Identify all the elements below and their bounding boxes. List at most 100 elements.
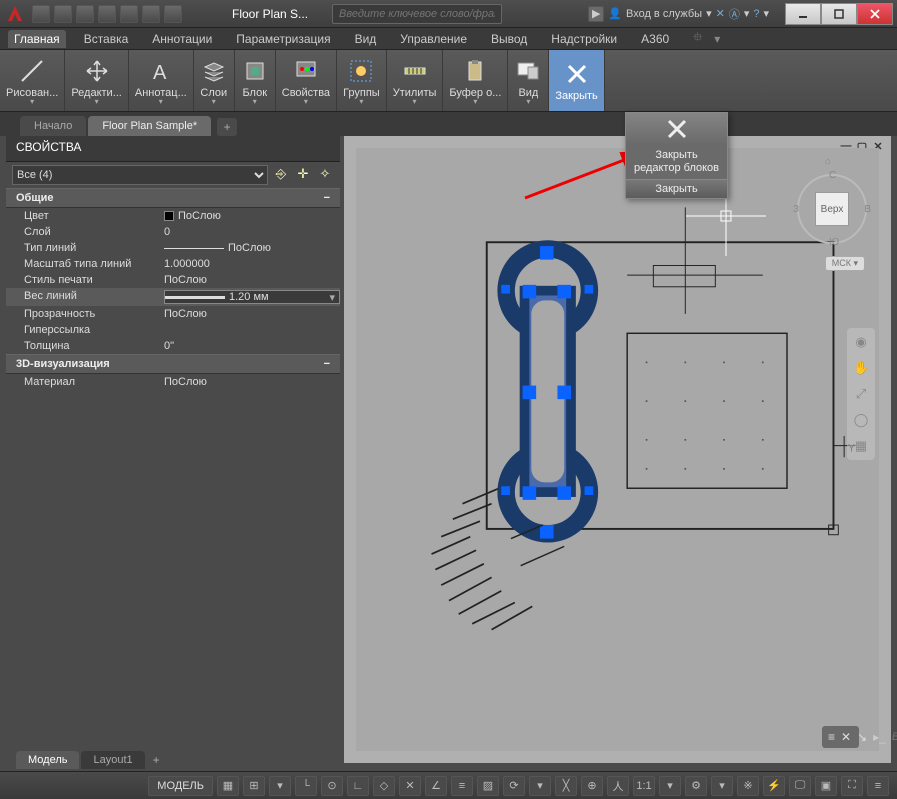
ribbon-expand-icon[interactable]: ⯐ bbox=[693, 28, 702, 49]
wcs-badge[interactable]: МСК ▾ bbox=[825, 256, 865, 271]
qat-redo-icon[interactable] bbox=[164, 5, 182, 23]
grid-toggle-icon[interactable]: ▦ bbox=[217, 776, 239, 796]
hardwareaccel-icon[interactable]: ⚡ bbox=[763, 776, 785, 796]
help-chevron-icon[interactable]: ▾ bbox=[763, 7, 769, 20]
collapse-icon[interactable]: − bbox=[324, 192, 330, 204]
quick-select-icon[interactable]: ✧ bbox=[316, 166, 334, 184]
ortho-icon[interactable]: └ bbox=[295, 776, 317, 796]
ribbon-view[interactable]: Вид▾ bbox=[508, 50, 549, 111]
ribbon-clipboard[interactable]: Буфер о...▾ bbox=[443, 50, 508, 111]
home-icon[interactable]: ⌂ bbox=[825, 156, 831, 167]
login-dropdown-icon[interactable]: ▾ bbox=[706, 7, 712, 20]
infocenter-play-icon[interactable]: ▶ bbox=[588, 6, 604, 22]
qat-save-icon[interactable] bbox=[76, 5, 94, 23]
recent-commands-icon[interactable]: ≡ bbox=[828, 730, 835, 744]
isodraft-icon[interactable]: ∟ bbox=[347, 776, 369, 796]
showmotion-icon[interactable]: ▦ bbox=[853, 438, 869, 454]
ribbon-block[interactable]: Блок▾ bbox=[235, 50, 276, 111]
exchange-icon[interactable]: ✕ bbox=[716, 7, 725, 20]
tab-a360[interactable]: A360 bbox=[635, 30, 675, 48]
select-objects-icon[interactable]: ✛ bbox=[294, 166, 312, 184]
cleanscreen-icon[interactable]: ⛶ bbox=[841, 776, 863, 796]
orbit-icon[interactable]: ◯ bbox=[853, 412, 869, 428]
ribbon-annotation[interactable]: AАннотац...▾ bbox=[129, 50, 194, 111]
close-editor-button[interactable]: Закрыть bbox=[626, 179, 727, 198]
a360-icon[interactable]: Ⓐ bbox=[729, 6, 740, 22]
annovisibility-icon[interactable]: ※ bbox=[737, 776, 759, 796]
help-dropdown-icon[interactable]: ▾ bbox=[744, 7, 750, 20]
cycling-icon[interactable]: ⟳ bbox=[503, 776, 525, 796]
prop-ltscale[interactable]: Масштаб типа линий1.000000 bbox=[6, 256, 340, 272]
ribbon-modify[interactable]: Редакти...▾ bbox=[65, 50, 129, 111]
help-icon[interactable]: ? bbox=[753, 8, 759, 20]
polar-icon[interactable]: ⊙ bbox=[321, 776, 343, 796]
monitor-icon[interactable]: 🖵 bbox=[789, 776, 811, 796]
prop-layer[interactable]: Слой0 bbox=[6, 224, 340, 240]
window-close-button[interactable] bbox=[857, 3, 893, 25]
qat-new-icon[interactable] bbox=[32, 5, 50, 23]
collapse-icon[interactable]: − bbox=[324, 358, 330, 370]
prop-material[interactable]: МатериалПоСлою bbox=[6, 374, 340, 390]
dropdown-icon[interactable]: ▾ bbox=[269, 776, 291, 796]
login-icon[interactable]: 👤 bbox=[608, 7, 622, 20]
prop-linetype[interactable]: Тип линийПоСлою bbox=[6, 240, 340, 256]
annoscale-dropdown-icon[interactable]: ▾ bbox=[659, 776, 681, 796]
ribbon-properties[interactable]: Свойства▾ bbox=[276, 50, 337, 111]
search-input[interactable] bbox=[332, 4, 502, 24]
window-maximize-button[interactable] bbox=[821, 3, 857, 25]
annomonitor-icon[interactable]: 人 bbox=[607, 776, 629, 796]
prop-hyperlink[interactable]: Гиперссылка bbox=[6, 322, 340, 338]
qat-open-icon[interactable] bbox=[54, 5, 72, 23]
tab-addins[interactable]: Надстройки bbox=[545, 30, 623, 48]
layout-tab-layout1[interactable]: Layout1 bbox=[81, 751, 144, 769]
doc-tab-add-button[interactable]: + bbox=[217, 118, 237, 136]
tab-insert[interactable]: Вставка bbox=[78, 30, 135, 48]
tab-view[interactable]: Вид bbox=[349, 30, 383, 48]
snap-toggle-icon[interactable]: ⊞ bbox=[243, 776, 265, 796]
dropdown2-icon[interactable]: ▾ bbox=[529, 776, 551, 796]
qat-undo-icon[interactable] bbox=[142, 5, 160, 23]
pan-icon[interactable]: ✋ bbox=[853, 360, 869, 376]
drawing-canvas[interactable]: — ▢ ✕ bbox=[344, 136, 891, 763]
tab-home[interactable]: Главная bbox=[8, 30, 66, 48]
ribbon-draw[interactable]: Рисован...▾ bbox=[0, 50, 65, 111]
app-logo[interactable] bbox=[4, 3, 26, 25]
dropdown3-icon[interactable]: ▾ bbox=[711, 776, 733, 796]
workspace-icon[interactable]: ⚙ bbox=[685, 776, 707, 796]
layout-tab-model[interactable]: Модель bbox=[16, 751, 79, 769]
transparency-icon[interactable]: ▨ bbox=[477, 776, 499, 796]
qat-print-icon[interactable] bbox=[120, 5, 138, 23]
window-minimize-button[interactable] bbox=[785, 3, 821, 25]
login-label[interactable]: Вход в службы bbox=[626, 8, 702, 20]
command-input[interactable] bbox=[892, 731, 897, 743]
prop-color[interactable]: ЦветПоСлою bbox=[6, 208, 340, 224]
ribbon-groups[interactable]: Группы▾ bbox=[337, 50, 387, 111]
toggle-pickadd-icon[interactable]: ⎆ bbox=[272, 166, 290, 184]
close-cmdline-icon[interactable]: ✕ bbox=[841, 730, 851, 744]
prop-lineweight[interactable]: Вес линий1.20 мм bbox=[6, 288, 340, 306]
customize-cmdline-icon[interactable]: ↘ bbox=[857, 730, 867, 744]
ribbon-layers[interactable]: Слои▾ bbox=[194, 50, 235, 111]
prop-plotstyle[interactable]: Стиль печатиПоСлою bbox=[6, 272, 340, 288]
osnap-icon[interactable]: ◇ bbox=[373, 776, 395, 796]
customization-icon[interactable]: ≡ bbox=[867, 776, 889, 796]
close-editor-icon[interactable] bbox=[626, 113, 727, 145]
layout-add-button[interactable]: + bbox=[147, 751, 166, 769]
tab-parametric[interactable]: Параметризация bbox=[230, 30, 336, 48]
zoom-extents-icon[interactable]: ⤢ bbox=[853, 386, 869, 402]
ribbon-utilities[interactable]: Утилиты▾ bbox=[387, 50, 444, 111]
doc-tab-start[interactable]: Начало bbox=[20, 116, 86, 136]
prop-transparency[interactable]: ПрозрачностьПоСлою bbox=[6, 306, 340, 322]
qat-saveas-icon[interactable] bbox=[98, 5, 116, 23]
annoscale-icon[interactable]: 1:1 bbox=[633, 776, 655, 796]
dynucs-icon[interactable]: ╳ bbox=[555, 776, 577, 796]
dyninput-icon[interactable]: ⊕ bbox=[581, 776, 603, 796]
doc-tab-current[interactable]: Floor Plan Sample* bbox=[88, 116, 211, 136]
tab-output[interactable]: Вывод bbox=[485, 30, 533, 48]
lineweight-icon[interactable]: ≡ bbox=[451, 776, 473, 796]
ribbon-minimize-icon[interactable]: ▾ bbox=[714, 32, 720, 46]
tab-annotate[interactable]: Аннотации bbox=[146, 30, 218, 48]
status-model[interactable]: МОДЕЛЬ bbox=[148, 776, 213, 796]
otrack-icon[interactable]: ∠ bbox=[425, 776, 447, 796]
isolate-icon[interactable]: ▣ bbox=[815, 776, 837, 796]
